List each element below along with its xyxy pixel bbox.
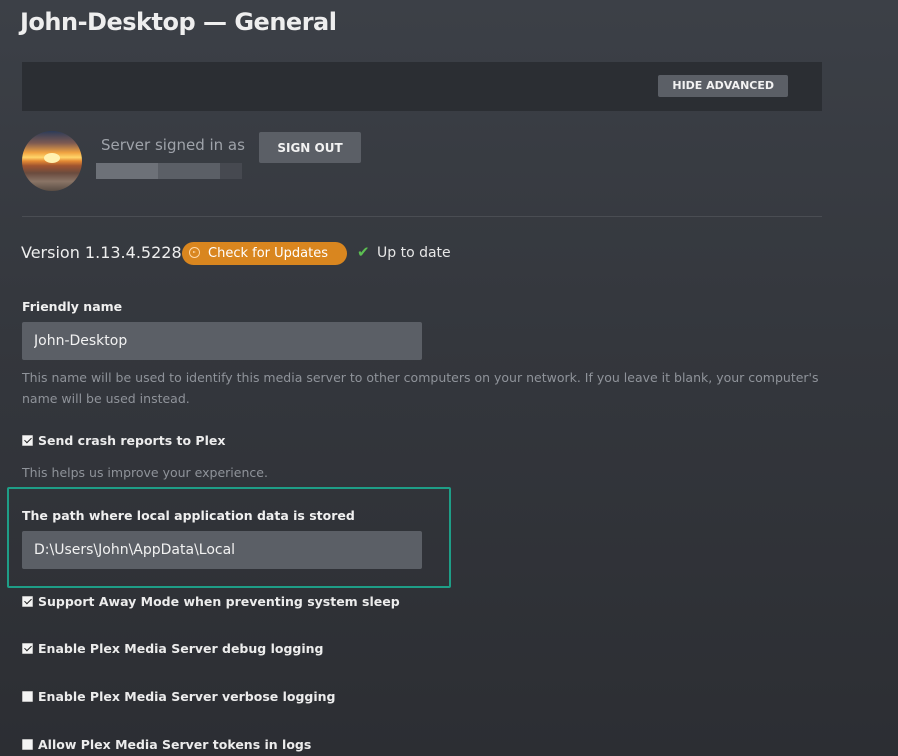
redacted-account-name-part	[220, 163, 242, 179]
update-icon	[189, 247, 200, 258]
away-mode-checkbox[interactable]	[22, 596, 33, 607]
debug-logging-checkbox[interactable]	[22, 643, 33, 654]
debug-logging-label: Enable Plex Media Server debug logging	[38, 641, 324, 656]
debug-logging-option[interactable]: Enable Plex Media Server debug logging	[22, 641, 323, 656]
tokens-in-logs-label: Allow Plex Media Server tokens in logs	[38, 737, 312, 752]
check-for-updates-label: Check for Updates	[208, 246, 328, 261]
signed-in-label: Server signed in as	[101, 136, 245, 154]
friendly-name-help: This name will be used to identify this …	[22, 370, 819, 406]
data-path-input[interactable]	[22, 531, 422, 569]
redacted-account-name	[96, 163, 158, 179]
friendly-name-input[interactable]	[22, 322, 422, 360]
advanced-settings-bar: HIDE ADVANCED	[22, 62, 822, 111]
tokens-in-logs-option[interactable]: Allow Plex Media Server tokens in logs	[22, 737, 311, 752]
verbose-logging-checkbox[interactable]	[22, 691, 33, 702]
crash-reports-label: Send crash reports to Plex	[38, 433, 226, 448]
verbose-logging-option[interactable]: Enable Plex Media Server verbose logging	[22, 689, 336, 704]
avatar-sunset-image	[44, 153, 60, 163]
crash-reports-option[interactable]: Send crash reports to Plex	[22, 433, 225, 448]
crash-reports-help: This helps us improve your experience.	[22, 465, 268, 480]
checkmark-icon: ✔	[357, 243, 370, 261]
crash-reports-checkbox[interactable]	[22, 435, 33, 446]
friendly-name-label: Friendly name	[22, 299, 123, 314]
version-text: Version 1.13.4.5228	[21, 243, 182, 262]
page-title: John-Desktop — General	[20, 8, 337, 36]
avatar	[22, 131, 82, 191]
away-mode-label: Support Away Mode when preventing system…	[38, 594, 400, 609]
sign-out-button[interactable]: SIGN OUT	[259, 132, 361, 163]
hide-advanced-button[interactable]: HIDE ADVANCED	[658, 75, 788, 97]
check-for-updates-button[interactable]: Check for Updates	[182, 242, 347, 265]
verbose-logging-label: Enable Plex Media Server verbose logging	[38, 689, 336, 704]
section-divider	[22, 216, 822, 217]
away-mode-option[interactable]: Support Away Mode when preventing system…	[22, 594, 400, 609]
tokens-in-logs-checkbox[interactable]	[22, 739, 33, 750]
update-status-text: Up to date	[377, 245, 451, 261]
data-path-label: The path where local application data is…	[22, 508, 355, 523]
redacted-account-name-part	[158, 163, 220, 179]
